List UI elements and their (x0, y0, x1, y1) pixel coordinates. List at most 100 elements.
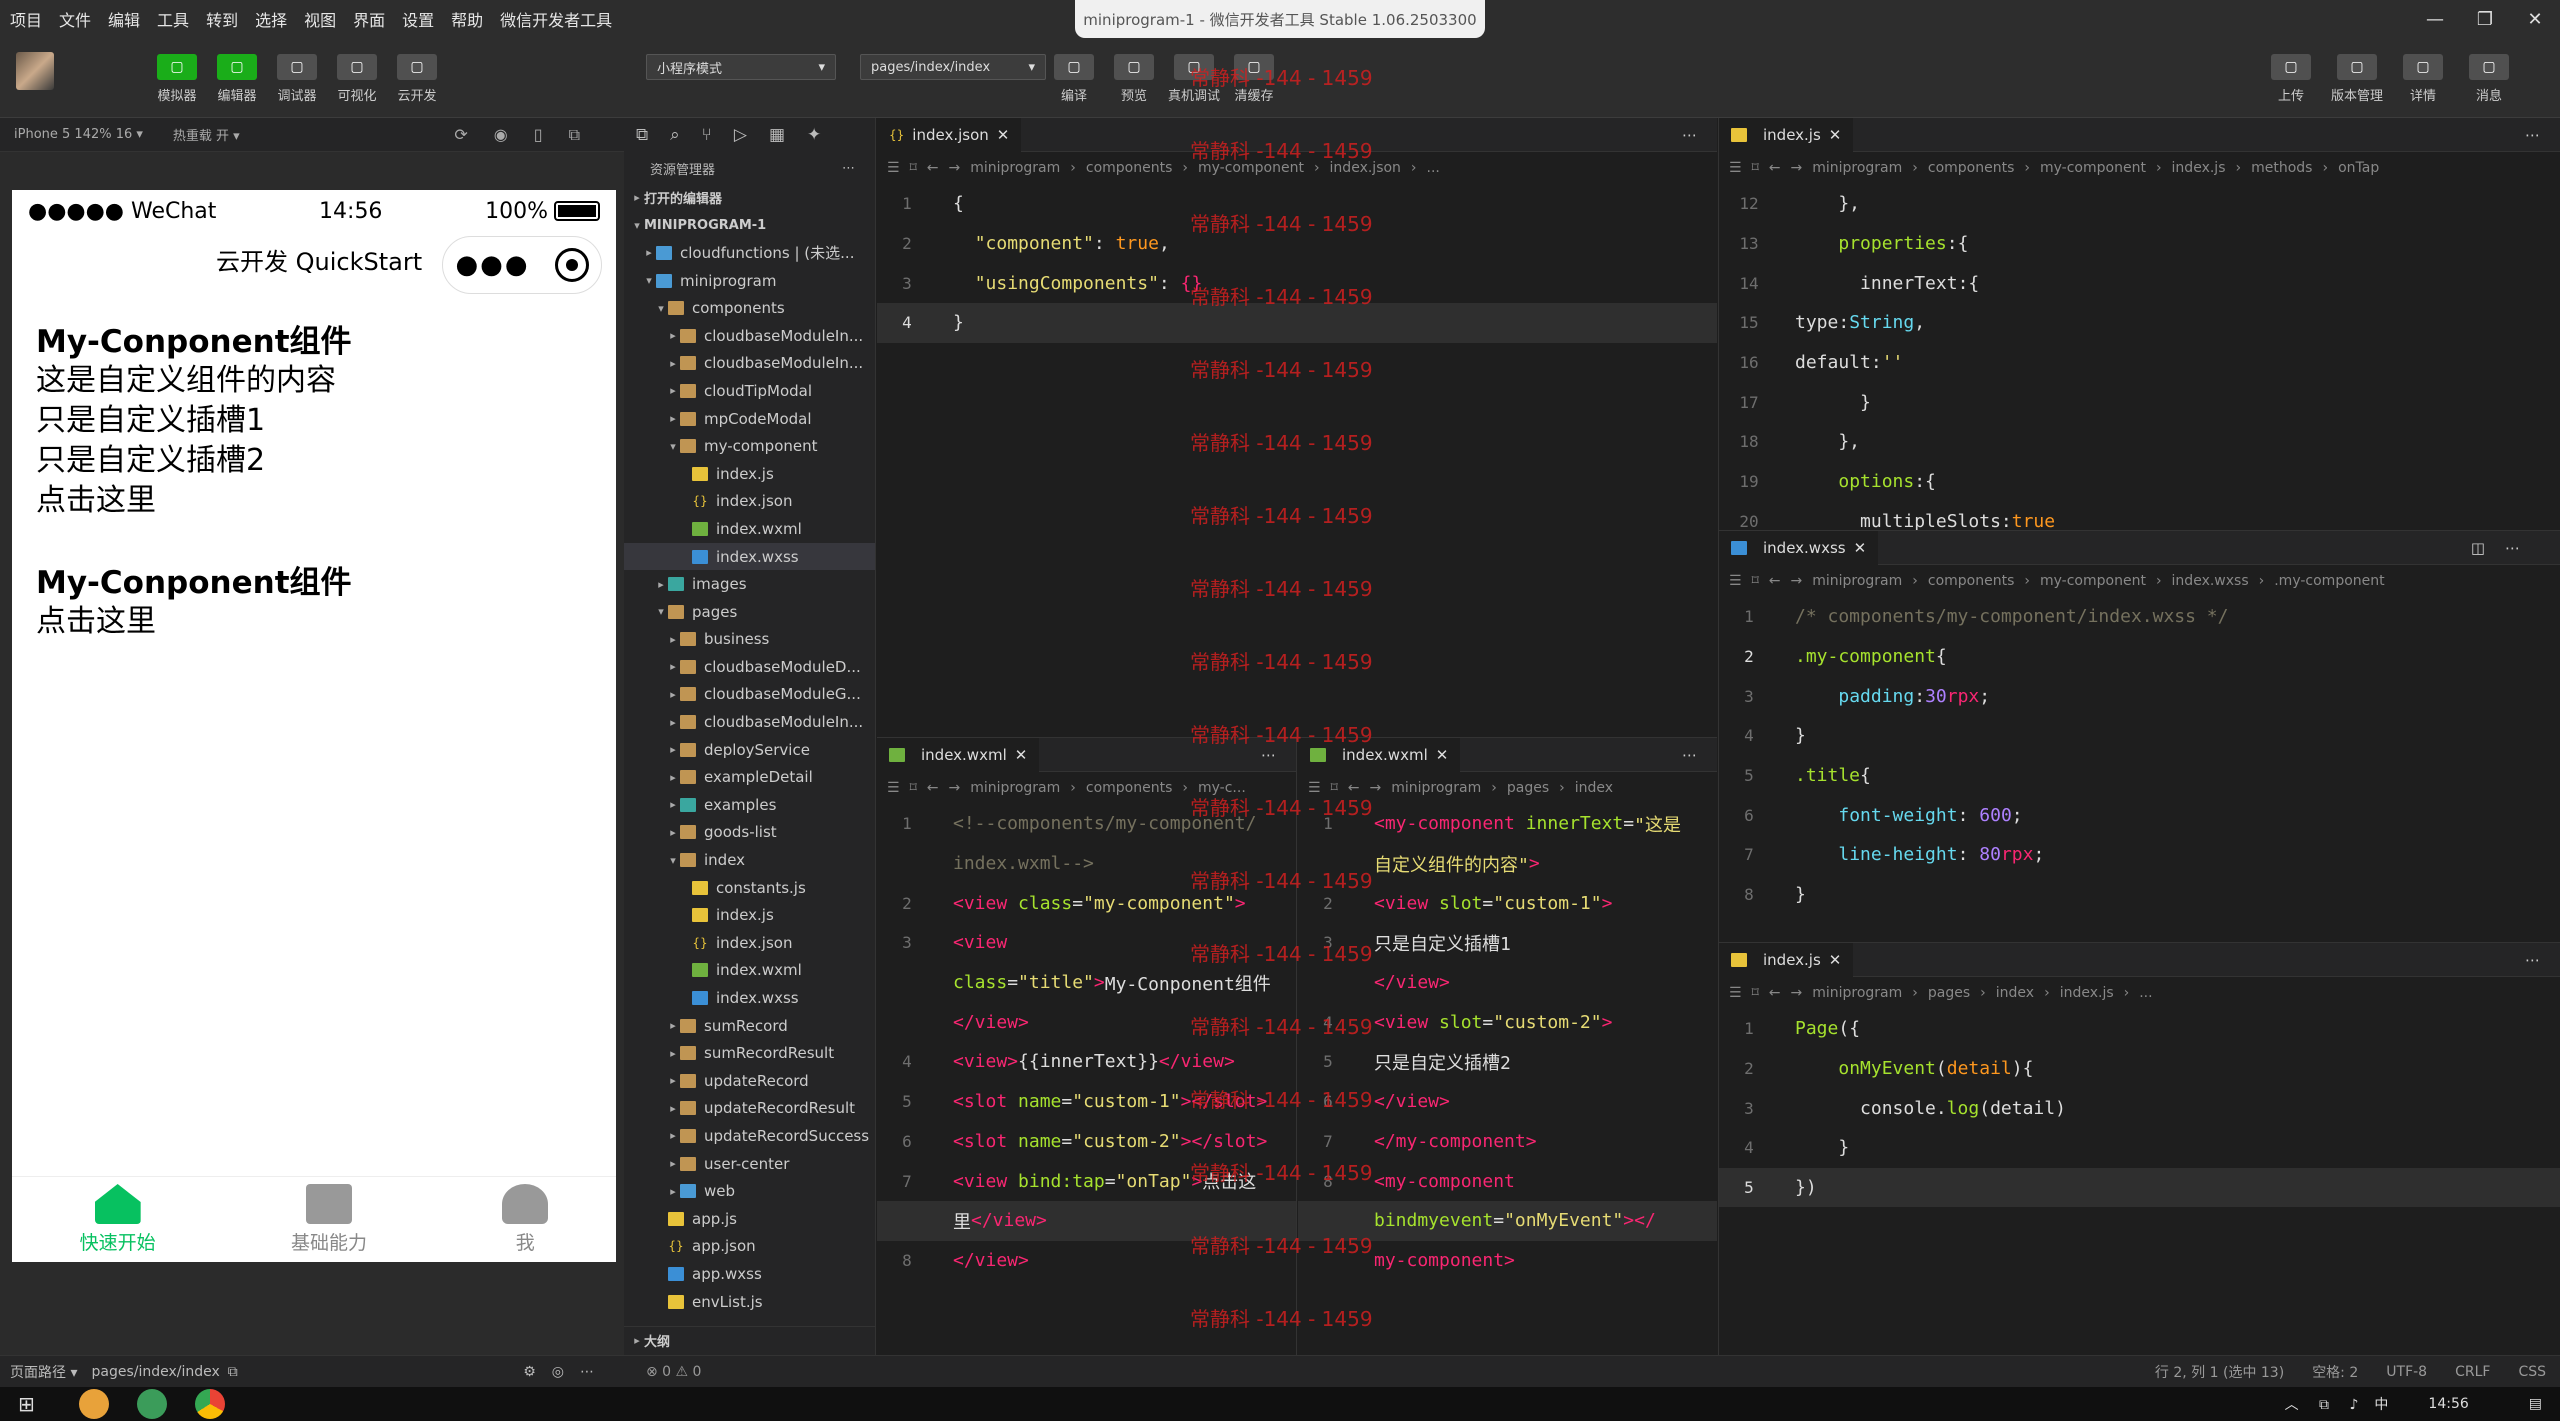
more-icon[interactable]: ⋯ (1682, 746, 1697, 764)
footer-actions[interactable]: ⚙◎⋯ (523, 1364, 610, 1380)
code-button[interactable]: ▢ 编辑器 (208, 54, 266, 104)
menu-item[interactable]: 微信开发者工具 (500, 7, 612, 31)
copy-icon[interactable]: ⧉ (228, 1364, 238, 1380)
refresh-button[interactable]: ▢ 编译 (1045, 54, 1103, 104)
close-icon[interactable]: ✕ (1015, 746, 1028, 764)
list-icon[interactable]: ☰ (887, 780, 900, 796)
menu-item[interactable]: 转到 (206, 7, 238, 31)
tap-text[interactable]: 点击这里 (36, 481, 592, 521)
folder-item[interactable]: ▾ miniprogram (624, 267, 875, 295)
breadcrumb-item[interactable]: components (1086, 780, 1173, 796)
folder-item[interactable]: ▸ mpCodeModal (624, 405, 875, 433)
close-icon[interactable]: ✕ (2510, 9, 2560, 30)
code-area[interactable]: 1 <!--components/my-component/index.wxml-… (877, 804, 1296, 1280)
breadcrumb-item[interactable]: miniprogram (1391, 780, 1481, 796)
close-icon[interactable]: ✕ (1829, 951, 1842, 969)
folder-item[interactable]: ▸ user-center (624, 1150, 875, 1178)
back-icon[interactable]: ← (1769, 985, 1781, 1001)
breadcrumb-item[interactable]: miniprogram (1812, 160, 1902, 176)
close-icon[interactable]: ✕ (1829, 126, 1842, 144)
breadcrumb-item[interactable]: pages (1928, 985, 1970, 1001)
code-area[interactable]: 1 /* components/my-component/index.wxss *… (1719, 597, 2560, 915)
breadcrumb-item[interactable]: index (1575, 780, 1613, 796)
page-path-label[interactable]: 页面路径 ▾ (10, 1362, 77, 1382)
folder-item[interactable]: ▸ sumRecordResult (624, 1039, 875, 1067)
tab-home[interactable]: 快速开始 (80, 1184, 156, 1255)
back-icon[interactable]: ← (927, 780, 939, 796)
file-item[interactable]: constants.js (624, 874, 875, 902)
folder-item[interactable]: ▸ updateRecordResult (624, 1095, 875, 1123)
back-icon[interactable]: ← (1769, 160, 1781, 176)
file-item[interactable]: app.wxss (624, 1260, 875, 1288)
list-icon[interactable]: ☰ (1729, 985, 1742, 1001)
more-icon[interactable]: ⋯ (2525, 126, 2540, 144)
file-item[interactable]: envList.js (624, 1288, 875, 1316)
menu-item[interactable]: 文件 (59, 7, 91, 31)
folder-item[interactable]: ▸ cloudTipModal (624, 377, 875, 405)
git-icon[interactable]: ⑂ (702, 125, 712, 145)
chrome-icon[interactable] (194, 1389, 225, 1419)
tab-index-js[interactable]: index.js ✕ (1719, 117, 1854, 152)
breadcrumb-item[interactable]: methods (2251, 160, 2312, 176)
back-icon[interactable]: ← (1769, 573, 1781, 589)
menu-item[interactable]: 帮助 (451, 7, 483, 31)
file-item[interactable]: index.js (624, 901, 875, 929)
tab-terminal[interactable]: 基础能力 (291, 1184, 367, 1255)
breadcrumb-item[interactable]: my-component (2040, 160, 2146, 176)
breadcrumb-item[interactable]: my-component (2040, 573, 2146, 589)
breadcrumb-item[interactable]: miniprogram (1812, 573, 1902, 589)
line-ending[interactable]: CRLF (2455, 1364, 2490, 1380)
layers-button[interactable]: ▢ 清缓存 (1225, 54, 1283, 104)
folder-item[interactable]: ▸ updateRecord (624, 1067, 875, 1095)
breadcrumb-item[interactable]: my-c... (1198, 780, 1246, 796)
menu-item[interactable]: 工具 (157, 7, 189, 31)
forward-icon[interactable]: → (1790, 573, 1802, 589)
tab-index-wxml[interactable]: index.wxml ✕ (1298, 737, 1461, 772)
breadcrumb-item[interactable]: my-component (1198, 160, 1304, 176)
folder-item[interactable]: ▾ pages (624, 598, 875, 626)
maximize-icon[interactable]: ❐ (2460, 9, 2510, 30)
breadcrumb-item[interactable]: pages (1507, 780, 1549, 796)
debug-icon[interactable]: ▷ (734, 125, 747, 145)
forward-icon[interactable]: → (1369, 780, 1381, 796)
folder-item[interactable]: ▾ components (624, 294, 875, 322)
menu-item[interactable]: 编辑 (108, 7, 140, 31)
file-item[interactable]: app.js (624, 1205, 875, 1233)
folder-item[interactable]: ▸ goods-list (624, 819, 875, 847)
folder-item[interactable]: ▸ cloudbaseModuleD... (624, 653, 875, 681)
folder-item[interactable]: ▸ cloudbaseModuleG... (624, 681, 875, 709)
tab-index-wxml[interactable]: index.wxml ✕ (877, 737, 1040, 772)
bell-button[interactable]: ▢ 消息 (2460, 54, 2518, 104)
code-area[interactable]: 1{2 "component": true, 3 "usingComponents… (877, 184, 1717, 343)
extensions-icon[interactable]: ▦ (769, 125, 785, 145)
close-icon[interactable]: ✕ (1854, 539, 1867, 557)
forward-icon[interactable]: → (1790, 985, 1802, 1001)
close-icon[interactable]: ✕ (997, 126, 1010, 144)
wechat-devtools-icon[interactable] (136, 1389, 167, 1419)
menu-item[interactable]: 界面 (353, 7, 385, 31)
folder-item[interactable]: ▸ updateRecordSuccess (624, 1122, 875, 1150)
bug-button[interactable]: ▢ 真机调试 (1165, 54, 1223, 104)
file-item[interactable]: index.wxml (624, 515, 875, 543)
folder-item[interactable]: ▸ business (624, 626, 875, 654)
folder-item[interactable]: ▸ cloudbaseModuleIn... (624, 708, 875, 736)
more-icon[interactable]: ⋯ (2525, 951, 2540, 969)
cloud-button[interactable]: ▢ 云开发 (388, 54, 446, 104)
open-editors-section[interactable]: ▸ 打开的编辑器 (624, 184, 875, 212)
folder-item[interactable]: ▸ deployService (624, 736, 875, 764)
debug-button[interactable]: ▢ 调试器 (268, 54, 326, 104)
problems-count[interactable]: ⊗ 0 ⚠ 0 (646, 1364, 701, 1380)
bookmark-icon[interactable]: ⌑ (1331, 780, 1338, 796)
breadcrumb-item[interactable]: miniprogram (1812, 985, 1902, 1001)
target-icon[interactable] (554, 248, 589, 282)
app-icon[interactable] (78, 1389, 109, 1419)
folder-item[interactable]: ▸ cloudfunctions | (未选... (624, 239, 875, 267)
folder-item[interactable]: ▾ index (624, 846, 875, 874)
close-icon[interactable]: ✕ (1436, 746, 1449, 764)
encoding[interactable]: UTF-8 (2386, 1364, 2427, 1380)
files-icon[interactable]: ⧉ (636, 125, 648, 145)
tray-icons[interactable]: ︿ ⧉ ♪ (2285, 1394, 2367, 1414)
file-item[interactable]: index.wxss (624, 542, 875, 571)
file-item[interactable]: {} index.json (624, 929, 875, 957)
more-icon[interactable]: ⋯ (842, 161, 855, 176)
